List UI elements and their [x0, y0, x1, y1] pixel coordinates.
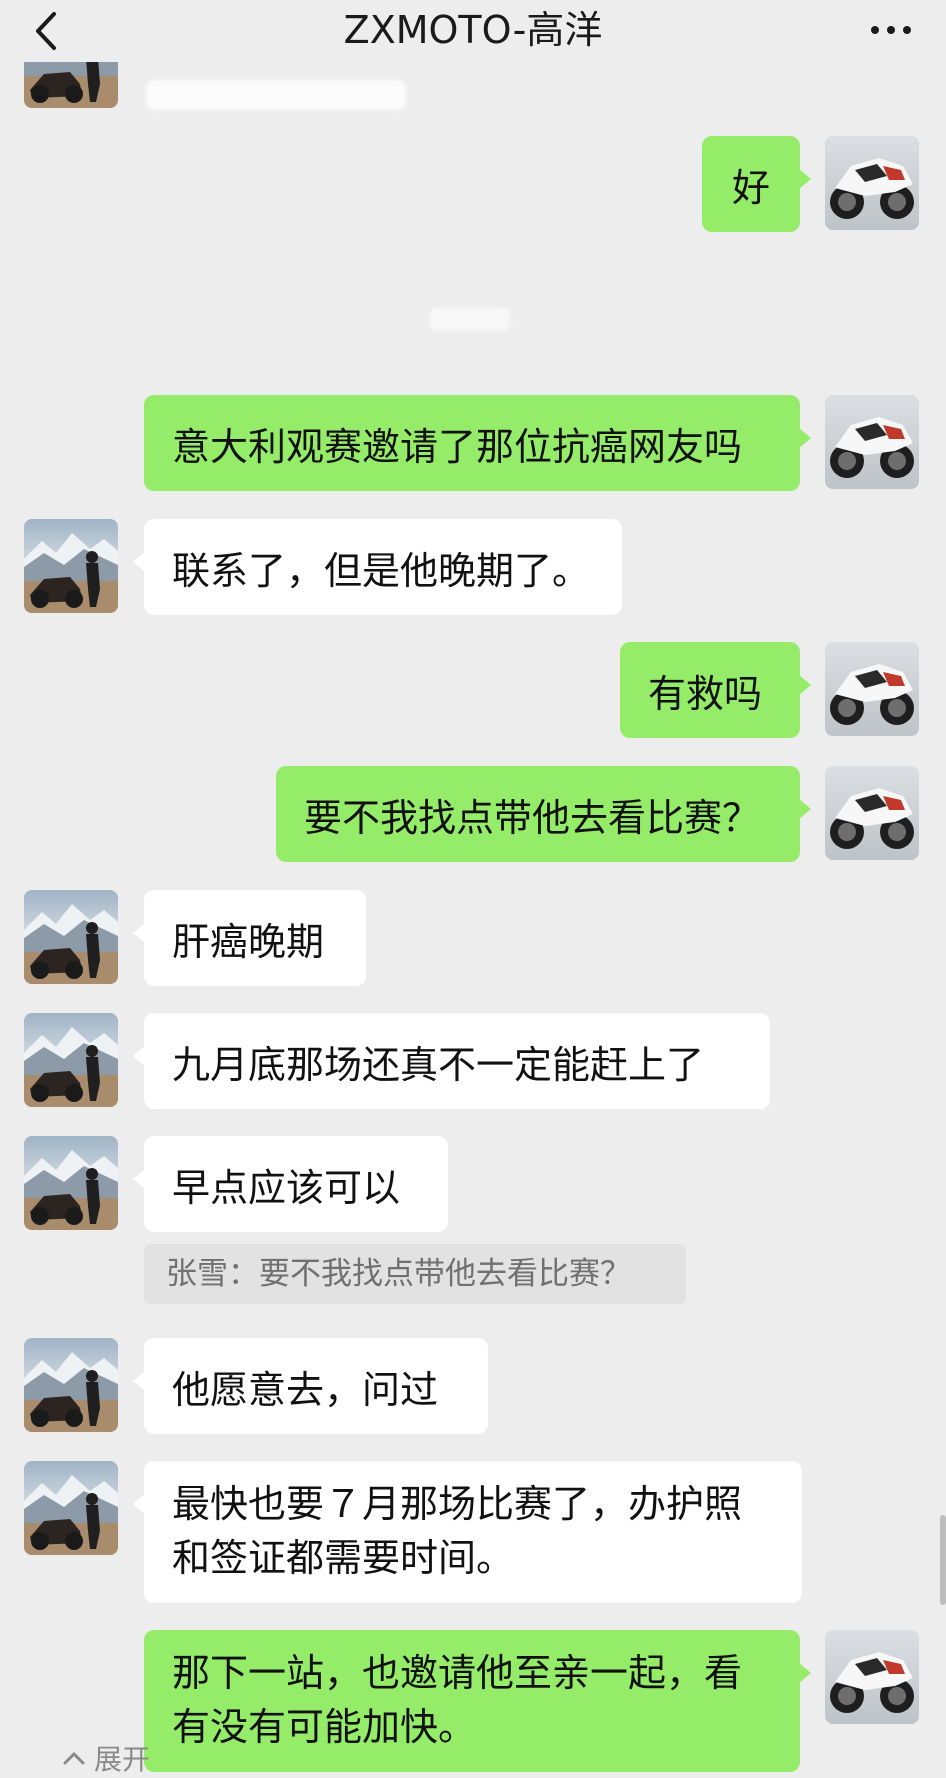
expand-label: 展开	[94, 1743, 151, 1776]
message-line: 和签证都需要时间。	[172, 1536, 515, 1580]
message-text: 要不我找点带他去看比赛？	[304, 795, 761, 840]
peer-avatar[interactable]	[24, 1338, 118, 1432]
message-text: 好	[731, 165, 770, 210]
peer-message-bubble[interactable]: 最快也要７月那场比赛了，办护照 和签证都需要时间。	[133, 1461, 802, 1603]
more-dots-icon	[871, 26, 911, 34]
blurred-message	[146, 80, 406, 110]
peer-avatar[interactable]	[24, 519, 118, 613]
peer-message-bubble[interactable]: 他愿意去，问过	[133, 1338, 488, 1434]
self-avatar[interactable]	[825, 766, 919, 860]
message-text: 九月底那场还真不一定能赶上了	[172, 1042, 705, 1087]
message-text: 意大利观赛邀请了那位抗癌网友吗	[172, 424, 743, 469]
self-message-bubble[interactable]: 那下一站，也邀请他至亲一起，看 有没有可能加快。	[144, 1630, 811, 1772]
peer-message-bubble[interactable]: 九月底那场还真不一定能赶上了	[133, 1013, 770, 1109]
self-message-bubble[interactable]: 好	[702, 136, 811, 232]
message-text: 他愿意去，问过	[172, 1367, 439, 1412]
self-avatar[interactable]	[825, 136, 919, 230]
quoted-reply[interactable]: 张雪：要不我找点带他去看比赛？	[144, 1244, 686, 1304]
message-text: 有救吗	[648, 671, 763, 716]
message-text: 联系了，但是他晚期了。	[172, 548, 591, 593]
chat-header: ZXMOTO-高洋	[0, 0, 946, 62]
message-text: 早点应该可以	[172, 1165, 401, 1210]
peer-avatar[interactable]	[24, 62, 118, 108]
expand-button[interactable]: 展开	[62, 1738, 150, 1778]
peer-message-bubble[interactable]: 早点应该可以	[133, 1136, 448, 1232]
chevron-up-icon	[63, 1751, 85, 1765]
more-button[interactable]	[864, 8, 918, 52]
self-message-bubble[interactable]: 有救吗	[620, 642, 811, 738]
peer-avatar[interactable]	[24, 1013, 118, 1107]
peer-avatar[interactable]	[24, 890, 118, 984]
scrollbar[interactable]	[940, 1515, 946, 1605]
peer-message-bubble[interactable]: 肝癌晚期	[133, 890, 366, 986]
self-avatar[interactable]	[825, 395, 919, 489]
peer-message-bubble[interactable]: 联系了，但是他晚期了。	[133, 519, 622, 615]
self-avatar[interactable]	[825, 1630, 919, 1724]
self-avatar[interactable]	[825, 642, 919, 736]
peer-avatar[interactable]	[24, 1461, 118, 1555]
message-line: 那下一站，也邀请他至亲一起，看	[172, 1651, 743, 1695]
message-text: 肝癌晚期	[172, 919, 325, 964]
chat-title: ZXMOTO-高洋	[343, 8, 603, 52]
peer-avatar[interactable]	[24, 1136, 118, 1230]
message-line: 最快也要７月那场比赛了，办护照	[172, 1482, 743, 1526]
self-message-bubble[interactable]: 意大利观赛邀请了那位抗癌网友吗	[144, 395, 811, 491]
message-line: 有没有可能加快。	[172, 1705, 477, 1749]
self-message-bubble[interactable]: 要不我找点带他去看比赛？	[276, 766, 811, 862]
blurred-timestamp	[430, 308, 510, 330]
